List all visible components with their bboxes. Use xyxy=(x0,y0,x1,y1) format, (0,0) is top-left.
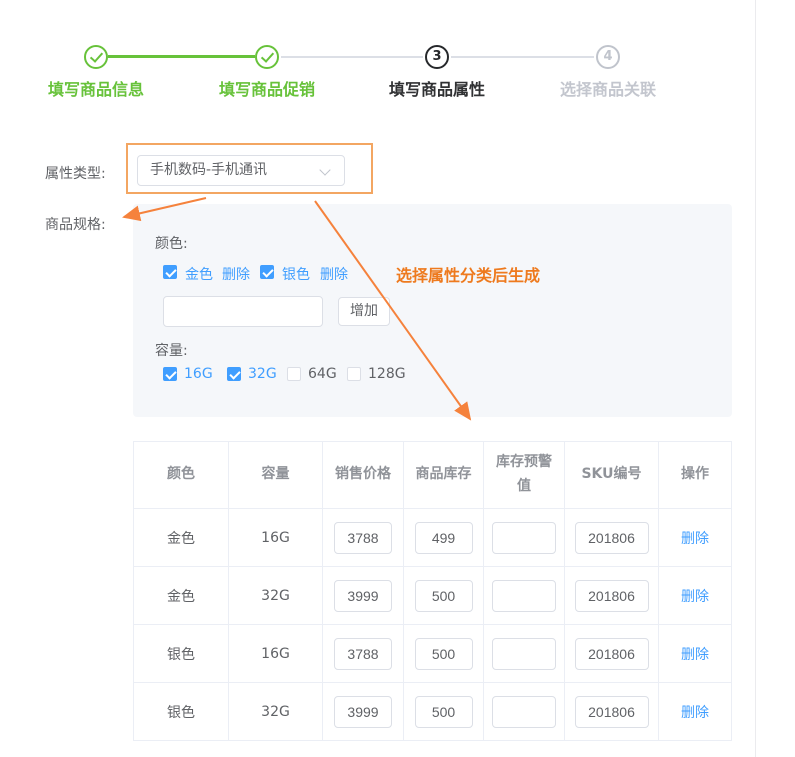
step-connector xyxy=(281,56,423,58)
col-header-price: 销售价格 xyxy=(322,441,404,509)
warning-input[interactable] xyxy=(492,637,556,670)
color-remove-silver-link[interactable]: 删除 xyxy=(320,264,348,284)
warning-input[interactable] xyxy=(492,579,556,612)
table-row: 金色 16G 删除 xyxy=(133,508,732,567)
check-icon xyxy=(260,49,275,63)
table-row: 银色 32G 删除 xyxy=(133,682,732,741)
stock-input[interactable] xyxy=(414,521,473,554)
capacity-checkbox-64g[interactable] xyxy=(287,367,301,381)
col-header-color: 颜色 xyxy=(133,441,229,509)
warning-input[interactable] xyxy=(492,521,556,554)
capacity-option-16g-label[interactable]: 16G xyxy=(184,366,213,382)
chevron-down-icon xyxy=(319,164,331,176)
table-row: 银色 16G 删除 xyxy=(133,624,732,683)
step-label-2: 填写商品促销 xyxy=(218,80,315,99)
step-circle-3: 3 xyxy=(425,45,449,69)
sku-input[interactable] xyxy=(574,521,649,554)
step-label-4: 选择商品关联 xyxy=(559,80,656,99)
price-input[interactable] xyxy=(334,695,392,728)
col-header-capacity: 容量 xyxy=(228,441,323,509)
stock-input[interactable] xyxy=(414,637,473,670)
color-option-gold-label[interactable]: 金色 xyxy=(185,264,213,284)
sku-input[interactable] xyxy=(574,579,649,612)
capacity-option-64g-label[interactable]: 64G xyxy=(308,366,337,382)
sku-input[interactable] xyxy=(574,695,649,728)
col-header-stock: 商品库存 xyxy=(403,441,484,509)
col-header-warning: 库存预警值 xyxy=(483,441,565,509)
new-color-input[interactable] xyxy=(163,296,323,327)
cell-color: 金色 xyxy=(133,508,229,567)
cell-color: 金色 xyxy=(133,566,229,625)
product-attribute-page: 填写商品信息 填写商品促销 3 填写商品属性 4 选择商品关联 属性类型: 手机… xyxy=(0,0,795,757)
col-header-action: 操作 xyxy=(658,441,732,509)
table-row: 金色 32G 删除 xyxy=(133,566,732,625)
step-number-3: 3 xyxy=(432,49,442,64)
step-label-1: 填写商品信息 xyxy=(47,80,144,99)
price-input[interactable] xyxy=(334,637,392,670)
cell-capacity: 32G xyxy=(228,566,323,625)
add-color-button[interactable]: 增加 xyxy=(338,297,390,326)
col-header-sku: SKU编号 xyxy=(564,441,659,509)
check-icon xyxy=(89,49,104,63)
step-circle-2 xyxy=(255,45,279,69)
cell-capacity: 16G xyxy=(228,624,323,683)
attr-type-select[interactable]: 手机数码-手机通讯 xyxy=(137,155,345,186)
delete-row-link[interactable]: 删除 xyxy=(681,705,709,721)
step-connector-done xyxy=(108,55,255,58)
annotation-note: 选择属性分类后生成 xyxy=(396,266,541,285)
warning-input[interactable] xyxy=(492,695,556,728)
step-connector xyxy=(451,56,594,58)
attr-type-selected-value: 手机数码-手机通讯 xyxy=(150,162,268,178)
cell-capacity: 16G xyxy=(228,508,323,567)
step-label-3: 填写商品属性 xyxy=(388,80,485,99)
delete-row-link[interactable]: 删除 xyxy=(681,589,709,605)
stock-input[interactable] xyxy=(414,579,473,612)
attr-type-label: 属性类型: xyxy=(45,166,106,182)
price-input[interactable] xyxy=(334,579,392,612)
capacity-checkbox-32g[interactable] xyxy=(227,367,241,381)
delete-row-link[interactable]: 删除 xyxy=(681,531,709,547)
capacity-option-32g-label[interactable]: 32G xyxy=(248,366,277,382)
delete-row-link[interactable]: 删除 xyxy=(681,647,709,663)
capacity-group-label: 容量: xyxy=(155,343,188,359)
sku-table: 颜色 容量 销售价格 商品库存 库存预警值 SKU编号 操作 金色 16G 删除… xyxy=(133,441,732,741)
step-circle-4: 4 xyxy=(596,45,620,69)
color-checkbox-gold[interactable] xyxy=(163,265,177,279)
color-option-silver-label[interactable]: 银色 xyxy=(282,264,310,284)
capacity-option-128g-label[interactable]: 128G xyxy=(368,366,406,382)
spec-label: 商品规格: xyxy=(45,217,106,233)
step-number-4: 4 xyxy=(603,49,613,64)
cell-capacity: 32G xyxy=(228,682,323,741)
step-circle-1 xyxy=(84,45,108,69)
color-remove-gold-link[interactable]: 删除 xyxy=(222,264,250,284)
content-right-divider xyxy=(755,0,756,757)
cell-color: 银色 xyxy=(133,624,229,683)
capacity-checkbox-128g[interactable] xyxy=(347,367,361,381)
stock-input[interactable] xyxy=(414,695,473,728)
sku-table-header-row: 颜色 容量 销售价格 商品库存 库存预警值 SKU编号 操作 xyxy=(133,441,732,509)
sku-input[interactable] xyxy=(574,637,649,670)
capacity-checkbox-16g[interactable] xyxy=(163,367,177,381)
price-input[interactable] xyxy=(334,521,392,554)
cell-color: 银色 xyxy=(133,682,229,741)
color-checkbox-silver[interactable] xyxy=(260,265,274,279)
color-group-label: 颜色: xyxy=(155,236,188,252)
